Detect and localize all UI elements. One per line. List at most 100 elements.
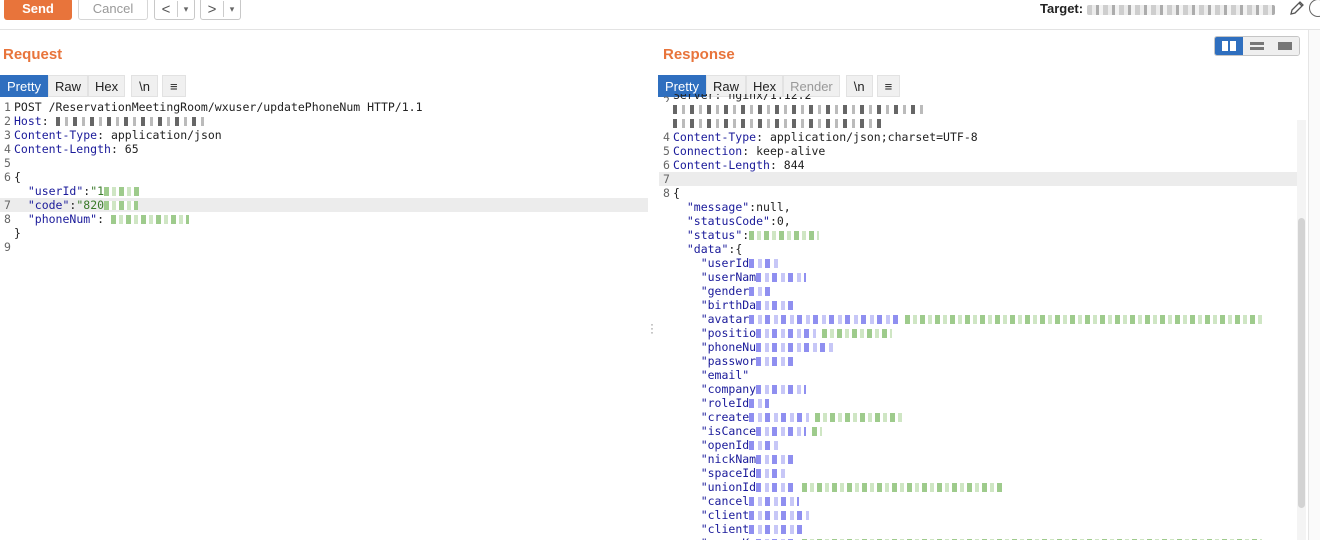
scrollbar-thumb[interactable] (1298, 218, 1305, 508)
code-line: 4 Content-Length: 65 (4, 142, 139, 156)
back-dropdown-icon[interactable]: ▾ (178, 4, 194, 15)
target-host-redacted (1086, 4, 1275, 15)
help-circle-icon[interactable] (1309, 0, 1320, 17)
toolbar: Send Cancel < ▾ > ▾ Target: (0, 0, 1320, 30)
data-field-line: "unionId (659, 480, 1299, 494)
redacted-value (104, 187, 143, 196)
request-editor[interactable]: 1 POST /ReservationMeetingRoom/wxuser/upd… (0, 100, 648, 254)
drag-handle-icon[interactable]: · · · (650, 318, 654, 338)
code-line (659, 116, 1299, 130)
field-key: "nickNam (700, 452, 757, 466)
field-key: "queryKe (701, 536, 756, 540)
response-editor[interactable]: 2 Server: nginx/1.12.2 4 Content-Type: app… (659, 94, 1299, 540)
redacted-value (110, 215, 189, 224)
field-key: "client (700, 508, 750, 522)
data-field-line: "client (659, 522, 1299, 536)
redacted-value (756, 469, 787, 478)
request-title: Request (3, 46, 63, 63)
code-line: 6 Content-Length: 844 (663, 158, 805, 172)
data-field-line: "cancel (659, 494, 1299, 508)
data-field-line: "email" (659, 368, 1299, 382)
redacted-value (749, 525, 805, 534)
field-key: "cancel (700, 494, 750, 508)
code-line: "statusCode":0, (686, 214, 791, 228)
data-field-line: "avatar (659, 312, 1299, 326)
field-key: "roleId (700, 396, 750, 410)
target-label: Target: (1040, 1, 1084, 16)
back-button[interactable]: < ▾ (154, 0, 195, 20)
request-tab-raw[interactable]: Raw (47, 75, 88, 97)
forward-button[interactable]: > ▾ (200, 0, 241, 20)
data-field-line: "userId (659, 256, 1299, 270)
field-key: "userNam (700, 270, 757, 284)
redacted-value (815, 413, 906, 422)
code-line: 1 POST /ReservationMeetingRoom/wxuser/upd… (4, 100, 423, 114)
redacted-value (673, 105, 923, 114)
data-fields: "userId "userNam "gender "birthDa "avata… (659, 256, 1299, 540)
code-line: "userId":"1 (0, 184, 648, 198)
code-line: 6{ (4, 170, 21, 184)
field-key: "birthDa (700, 298, 757, 312)
pencil-icon[interactable] (1289, 0, 1305, 16)
redacted-value (756, 385, 807, 394)
send-button[interactable]: Send (4, 0, 72, 20)
request-newline-toggle[interactable]: \n (131, 75, 158, 97)
chevron-left-icon[interactable]: < (155, 1, 177, 18)
redacted-value (905, 315, 1266, 324)
field-key: "spaceId (700, 466, 757, 480)
data-field-line: "company (659, 382, 1299, 396)
redacted-value (673, 119, 883, 128)
data-field-line: "isCance (659, 424, 1299, 438)
code-line: 8{ (663, 186, 680, 200)
data-field-line: "openId (659, 438, 1299, 452)
code-line: 9 (4, 240, 11, 254)
right-sidebar[interactable] (1308, 30, 1320, 540)
redacted-value (822, 329, 893, 338)
request-menu-icon[interactable]: ≡ (161, 75, 186, 97)
layout-stacked-icon[interactable] (1243, 37, 1271, 55)
field-key: "passwor (700, 354, 757, 368)
data-field-line: "userNam (659, 270, 1299, 284)
code-line-partial: 2 Server: nginx/1.12.2 (663, 94, 812, 102)
redacted-value (749, 287, 772, 296)
code-line: 2 Host: (0, 114, 648, 128)
code-line: 5 Connection: keep-alive (663, 144, 826, 158)
code-line: "data":{ (686, 242, 743, 256)
chevron-right-icon[interactable]: > (201, 1, 223, 18)
code-line: } (14, 226, 21, 240)
redacted-value (756, 329, 817, 338)
pane-divider[interactable]: · · · (648, 30, 656, 540)
redacted-value (749, 315, 900, 324)
layout-side-by-side-icon[interactable] (1215, 37, 1243, 55)
redacted-value (104, 201, 139, 210)
redacted-value (55, 117, 206, 126)
data-field-line: "passwor (659, 354, 1299, 368)
field-key: "create (700, 410, 750, 424)
data-field-line: "gender (659, 284, 1299, 298)
data-field-line: "roleId (659, 396, 1299, 410)
redacted-value (749, 511, 810, 520)
request-tab-hex[interactable]: Hex (87, 75, 126, 97)
redacted-value (749, 497, 800, 506)
request-tab-pretty[interactable]: Pretty (0, 75, 48, 97)
layout-tabs-icon[interactable] (1271, 37, 1299, 55)
field-key: "isCance (700, 424, 757, 438)
field-key: "email" (700, 368, 750, 382)
response-scrollbar[interactable] (1297, 120, 1306, 540)
forward-dropdown-icon[interactable]: ▾ (224, 4, 240, 15)
field-key: "company (700, 382, 757, 396)
redacted-value (749, 259, 780, 268)
code-line-highlighted: 7 "code":"820 (0, 198, 648, 212)
redacted-value (802, 483, 1003, 492)
code-line: 4 Content-Type: application/json;charset=… (663, 130, 978, 144)
field-key: "avatar (700, 312, 750, 326)
data-field-line: "queryKe (659, 536, 1299, 540)
request-tabs: Pretty Raw Hex \n ≡ (0, 75, 186, 97)
code-line: 8 "phoneNum": (0, 212, 648, 226)
field-key: "userId (700, 256, 750, 270)
data-field-line: "positio (659, 326, 1299, 340)
redacted-value (749, 413, 810, 422)
cancel-button[interactable]: Cancel (78, 0, 148, 20)
redacted-value (756, 357, 797, 366)
target-display: Target: (1040, 1, 1275, 16)
